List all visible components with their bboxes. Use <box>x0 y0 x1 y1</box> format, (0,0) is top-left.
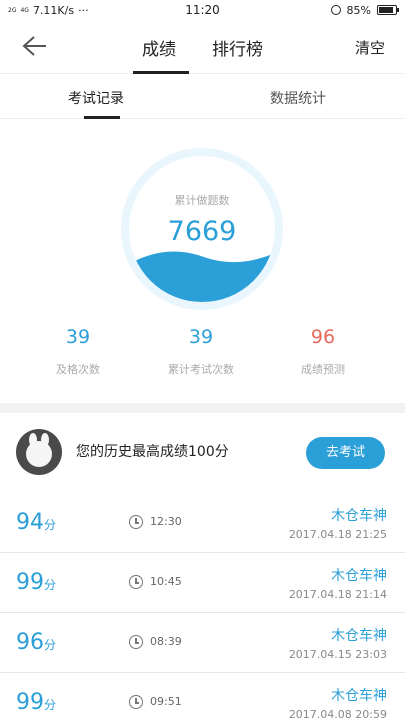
record-duration: 10:45 <box>150 575 182 588</box>
records-list: 94分 12:30 木仓车神 2017.04.18 21:25 99分 10:4… <box>0 493 405 720</box>
section-divider <box>0 403 405 413</box>
clock-icon <box>129 695 143 709</box>
record-date: 2017.04.15 23:03 <box>288 648 387 661</box>
subtab-data-stats[interactable]: 数据统计 <box>270 88 326 108</box>
record-duration: 12:30 <box>150 515 182 528</box>
record-title: 木仓车神 <box>331 568 387 584</box>
clear-button[interactable]: 清空 <box>355 37 385 58</box>
record-score: 94分 <box>16 510 56 535</box>
record-row[interactable]: 96分 08:39 木仓车神 2017.04.15 23:03 <box>0 613 405 673</box>
tab-score[interactable]: 成绩 <box>142 35 176 60</box>
record-title: 木仓车神 <box>331 628 387 644</box>
clock-icon <box>129 635 143 649</box>
stat-value: 39 <box>188 326 214 348</box>
avatar[interactable] <box>16 429 62 475</box>
record-date: 2017.04.18 21:25 <box>288 528 387 541</box>
subtabs: 考试记录 数据统计 <box>0 75 405 119</box>
record-duration: 09:51 <box>150 695 182 708</box>
record-date: 2017.04.08 20:59 <box>288 708 387 720</box>
record-duration: 08:39 <box>150 635 182 648</box>
header: 成绩 排行榜 清空 <box>0 20 405 74</box>
record-score-unit: 分 <box>44 638 57 652</box>
stat-label: 累计考试次数 <box>168 363 234 376</box>
stat-score-prediction: 96 成绩预测 <box>268 326 378 377</box>
record-title: 木仓车神 <box>331 688 387 704</box>
record-row[interactable]: 99分 10:45 木仓车神 2017.04.18 21:14 <box>0 553 405 613</box>
battery-icon <box>377 5 399 15</box>
back-arrow-icon[interactable] <box>20 34 48 58</box>
record-score: 99分 <box>16 690 56 715</box>
gauge-label: 累计做题数 <box>174 194 230 207</box>
best-score-text: 您的历史最高成绩100分 <box>76 444 229 460</box>
go-exam-button[interactable]: 去考试 <box>306 437 385 469</box>
record-score-value: 99 <box>16 690 44 715</box>
gauge-value: 7669 <box>167 216 237 247</box>
stat-value: 96 <box>310 326 336 348</box>
questions-gauge: 累计做题数 7669 <box>121 148 283 310</box>
record-score-unit: 分 <box>44 698 57 712</box>
tab-ranking[interactable]: 排行榜 <box>212 35 263 60</box>
record-score: 99分 <box>16 570 56 595</box>
stat-value: 39 <box>65 326 91 348</box>
record-row[interactable]: 94分 12:30 木仓车神 2017.04.18 21:25 <box>0 493 405 553</box>
tab-active-indicator <box>133 71 189 74</box>
battery-fill <box>379 7 393 13</box>
stat-label: 及格次数 <box>56 363 100 376</box>
record-score-unit: 分 <box>44 578 57 592</box>
record-score-unit: 分 <box>44 518 57 532</box>
subtab-exam-records[interactable]: 考试记录 <box>68 88 124 108</box>
gauge-inner: 累计做题数 7669 <box>129 156 275 302</box>
record-title: 木仓车神 <box>331 508 387 524</box>
status-bar: 2G 4G 7.11K/s ··· 11:20 85% <box>0 0 405 20</box>
subtab-active-indicator <box>84 116 120 119</box>
clock-icon <box>129 515 143 529</box>
record-date: 2017.04.18 21:14 <box>288 588 387 601</box>
record-score-value: 99 <box>16 570 44 595</box>
clock-icon <box>129 575 143 589</box>
stat-pass-count: 39 及格次数 <box>23 326 133 377</box>
record-score: 96分 <box>16 630 56 655</box>
record-score-value: 96 <box>16 630 44 655</box>
record-score-value: 94 <box>16 510 44 535</box>
status-time: 11:20 <box>185 3 220 17</box>
stat-label: 成绩预测 <box>301 363 345 376</box>
stat-exam-count: 39 累计考试次数 <box>146 326 256 377</box>
best-score-row: 您的历史最高成绩100分 去考试 <box>0 413 405 493</box>
record-row[interactable]: 99分 09:51 木仓车神 2017.04.08 20:59 <box>0 673 405 720</box>
